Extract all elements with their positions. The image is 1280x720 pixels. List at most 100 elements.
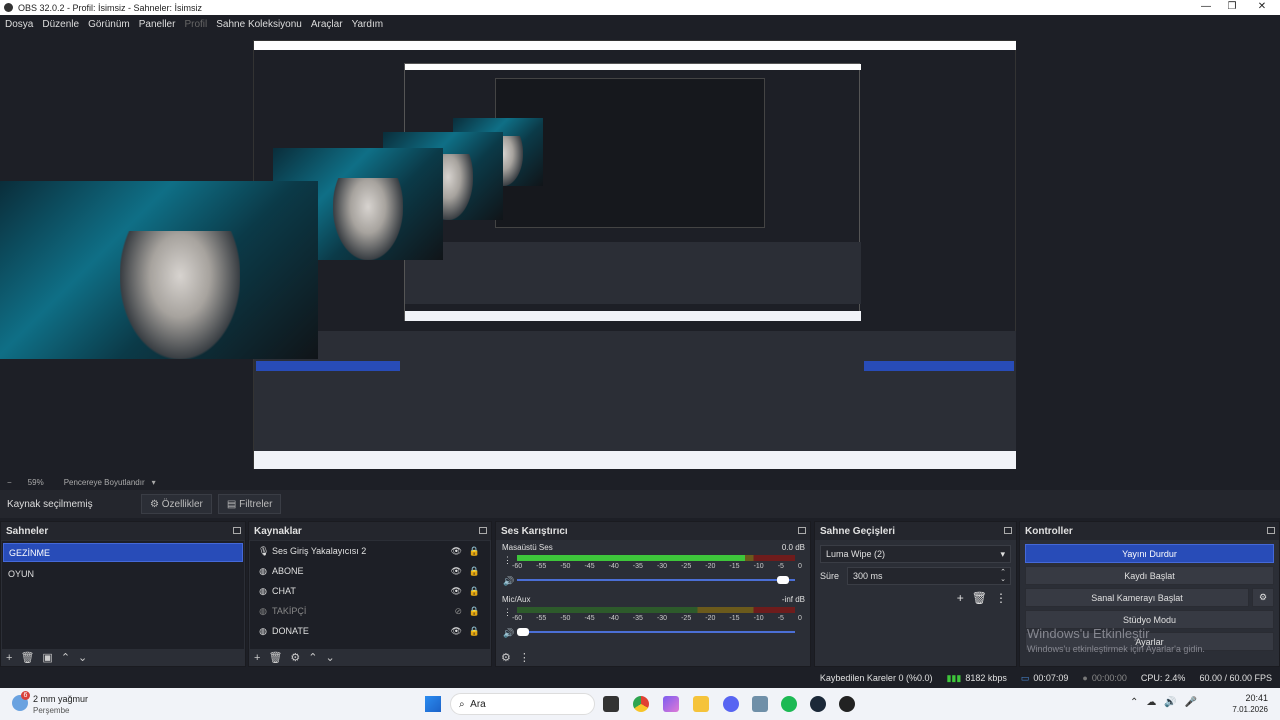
source-item[interactable]: ◍ TAKİPÇİ ⊘ 🔒 — [250, 601, 490, 621]
transition-menu-icon[interactable]: ⋮ — [995, 591, 1007, 605]
volume-slider[interactable] — [517, 628, 795, 636]
speaker-icon[interactable]: 🔊 — [503, 576, 514, 587]
undock-icon[interactable] — [479, 527, 487, 534]
spin-arrows-icon[interactable]: ⌃ ⌄ — [1000, 569, 1006, 583]
nested-docks — [254, 331, 1016, 451]
volume-knob[interactable] — [777, 576, 790, 584]
lock-icon[interactable]: 🔒 — [469, 546, 480, 557]
add-scene-button[interactable]: + — [6, 652, 12, 664]
eye-icon[interactable]: 👁 — [451, 626, 462, 637]
volume-knob[interactable] — [517, 628, 529, 636]
start-recording-button[interactable]: Kaydı Başlat — [1025, 566, 1274, 585]
trash-icon[interactable]: 🗑 — [20, 651, 34, 664]
menu-edit[interactable]: Düzenle — [37, 19, 83, 30]
lock-icon[interactable]: 🔒 — [469, 626, 480, 637]
move-up-icon[interactable]: ⌃ — [61, 651, 70, 664]
browser-icon: ◍ — [259, 605, 267, 616]
close-button[interactable]: ✕ — [1252, 0, 1272, 15]
meter-tick-label: -60 — [512, 563, 523, 570]
move-up-icon[interactable]: ⌃ — [308, 651, 317, 664]
transition-select[interactable]: Luma Wipe (2) — [820, 545, 1011, 563]
lock-icon[interactable]: 🔒 — [469, 566, 480, 577]
undock-icon[interactable] — [798, 527, 806, 534]
channel-menu-icon[interactable]: ⋮ — [503, 555, 512, 566]
chevron-down-icon[interactable]: ▾ — [152, 478, 156, 487]
meter-tick-label: -55 — [536, 563, 547, 570]
zoom-level: 59% — [27, 477, 44, 487]
system-tray-icons[interactable]: ⌃☁🔊🎤 — [1130, 697, 1205, 708]
trash-icon[interactable]: 🗑 — [972, 591, 987, 605]
scene-item[interactable]: GEZİNME — [3, 543, 243, 562]
discord-icon[interactable] — [723, 696, 739, 712]
copilot-icon[interactable] — [663, 696, 679, 712]
filters-button[interactable]: ▤ Filtreler — [217, 494, 282, 514]
restore-button[interactable]: ❐ — [1222, 0, 1242, 15]
channel-menu-icon[interactable]: ⋮ — [503, 607, 512, 618]
steam-icon[interactable] — [810, 696, 826, 712]
spotify-icon[interactable] — [781, 696, 797, 712]
controls-dock: Kontroller Yayını Durdur Kaydı Başlat Sa… — [1019, 521, 1280, 667]
start-virtual-camera-button[interactable]: Sanal Kamerayı Başlat — [1025, 588, 1249, 607]
file-explorer-icon[interactable] — [693, 696, 709, 712]
taskbar-search[interactable]: ⌕ Ara — [450, 693, 595, 715]
gear-icon[interactable]: ⚙ — [1252, 588, 1274, 607]
volume-slider[interactable] — [517, 576, 795, 584]
fit-to-window-dropdown[interactable]: Pencereye Boyutlandır — [64, 478, 145, 487]
lock-icon[interactable]: 🔒 — [469, 586, 480, 597]
source-item[interactable]: ◍ CHAT 👁 🔒 — [250, 581, 490, 601]
channel-name: Masaüstü Ses — [502, 543, 553, 552]
undock-icon[interactable] — [1004, 527, 1012, 534]
scene-item[interactable]: OYUN — [3, 564, 243, 583]
trash-icon[interactable]: 🗑 — [268, 651, 282, 664]
undock-icon[interactable] — [1267, 527, 1275, 534]
obs-taskbar-icon[interactable] — [839, 696, 855, 712]
source-item[interactable]: 🎙 Ses Giriş Yakalayıcısı 2 👁 🔒 — [250, 541, 490, 561]
scene-filters-icon[interactable]: ▣ — [42, 651, 52, 664]
move-down-icon[interactable]: ⌄ — [326, 651, 335, 664]
source-name: TAKİPÇİ — [272, 606, 307, 616]
eye-icon[interactable]: 👁 — [451, 566, 462, 577]
task-view-icon[interactable] — [603, 696, 619, 712]
source-item[interactable]: ◍ ABONE 👁 🔒 — [250, 561, 490, 581]
clock-time[interactable]: 20:41 — [1232, 693, 1268, 703]
meter-tick-label: -30 — [656, 563, 668, 570]
eye-hidden-icon[interactable]: ⊘ — [454, 606, 462, 617]
properties-button[interactable]: ⚙ Özellikler — [141, 494, 212, 514]
mixer-menu-icon[interactable]: ⋮ — [519, 651, 530, 664]
chrome-icon[interactable] — [633, 696, 649, 712]
menu-view[interactable]: Görünüm — [83, 19, 134, 30]
eye-icon[interactable]: 👁 — [451, 586, 462, 597]
menu-profile[interactable]: Profil — [179, 19, 211, 30]
browser-icon: ◍ — [259, 585, 267, 596]
source-item[interactable]: ◍ DONATE 👁 🔒 — [250, 621, 490, 641]
controls-title: Kontroller — [1025, 525, 1073, 537]
mixer-settings-icon[interactable]: ⚙ — [501, 651, 511, 664]
menu-docks[interactable]: Paneller — [134, 19, 180, 30]
undock-icon[interactable] — [233, 527, 241, 534]
stop-streaming-button[interactable]: Yayını Durdur — [1025, 544, 1274, 563]
source-name: DONATE — [272, 626, 309, 636]
dropped-frames: Kaybedilen Kareler 0 (%0.0) — [819, 673, 933, 683]
menu-tools[interactable]: Araçlar — [306, 19, 347, 30]
browser-icon: ◍ — [259, 565, 267, 576]
settings-app-icon[interactable] — [752, 696, 768, 712]
zoom-out-button[interactable]: − — [7, 478, 12, 487]
meter-ticks: -60 -55 -50 -45 -40 -35 -30 -25 -20 -15 -10 -5 0 — [512, 615, 802, 622]
menu-scene-collection[interactable]: Sahne Koleksiyonu — [211, 19, 306, 30]
meter-tick-label: -30 — [656, 615, 668, 622]
menu-file[interactable]: Dosya — [0, 19, 37, 30]
move-down-icon[interactable]: ⌄ — [78, 651, 87, 664]
lock-icon[interactable]: 🔒 — [469, 606, 480, 617]
menu-help[interactable]: Yardım — [347, 19, 388, 30]
speaker-icon[interactable]: 🔊 — [503, 628, 514, 639]
gear-icon[interactable]: ⚙ — [290, 651, 300, 664]
add-transition-button[interactable]: + — [957, 591, 964, 605]
weather-text[interactable]: 2 mm yağmur — [33, 694, 88, 704]
bitrate: 8182 kbps — [965, 673, 1007, 683]
start-icon[interactable] — [425, 696, 441, 712]
add-source-button[interactable]: + — [254, 652, 260, 664]
duration-spinbox[interactable]: 300 ms ⌃ ⌄ — [847, 567, 1011, 585]
preview-canvas[interactable] — [253, 40, 1016, 469]
minimize-button[interactable]: — — [1196, 0, 1216, 15]
eye-icon[interactable]: 👁 — [451, 546, 462, 557]
